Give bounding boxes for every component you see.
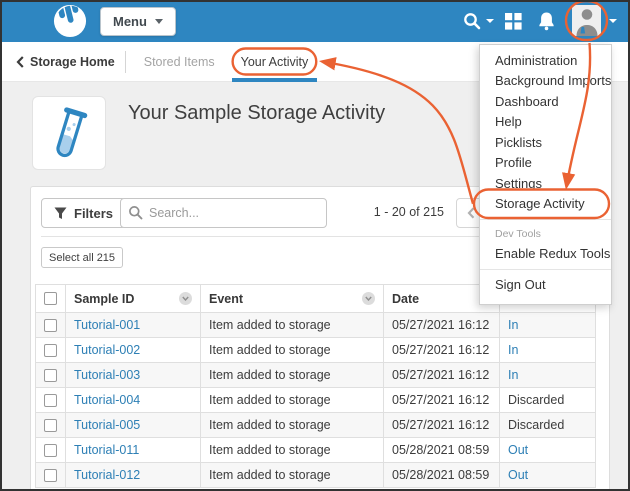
table-row: Tutorial-004 Item added to storage05/27/2… — [36, 388, 596, 413]
sample-id-link[interactable]: Tutorial-011 — [74, 443, 139, 457]
event-cell: Item added to storage — [201, 463, 384, 488]
column-header-event[interactable]: Event — [201, 285, 384, 313]
select-all-checkbox-cell — [36, 285, 66, 313]
sample-id-link[interactable]: Tutorial-004 — [74, 393, 140, 407]
event-cell: Item added to storage — [201, 338, 384, 363]
menu-item-settings[interactable]: Settings — [480, 173, 611, 194]
tab-your-activity[interactable]: Your Activity — [232, 42, 318, 82]
app-logo-icon[interactable] — [53, 4, 87, 38]
menu-button-label: Menu — [113, 14, 147, 29]
activity-table: Sample ID Event Date Tutorial-001Item ad… — [35, 284, 596, 488]
menu-item-storage-activity[interactable]: Storage Activity — [480, 194, 611, 215]
event-cell: Item added to storage — [201, 438, 384, 463]
notifications-bell-icon[interactable] — [537, 0, 556, 42]
select-all-button[interactable]: Select all 215 — [41, 247, 123, 268]
event-cell: Item added to storage — [201, 313, 384, 338]
table-row: Tutorial-001 Item added to storage05/27/2… — [36, 313, 596, 338]
table-row: Tutorial-012 Item added to storage05/28/2… — [36, 463, 596, 488]
sample-id-link[interactable]: Tutorial-003 — [74, 368, 140, 382]
search-input-icon — [128, 205, 143, 220]
row-checkbox[interactable] — [44, 469, 57, 482]
status-text: Discarded — [508, 418, 564, 432]
breadcrumb-back-label: Storage Home — [30, 55, 115, 69]
table-row: Tutorial-005 Item added to storage05/27/2… — [36, 413, 596, 438]
user-menu-chevron-icon[interactable] — [609, 0, 617, 42]
sample-id-link[interactable]: Tutorial-001 — [74, 318, 140, 332]
status-link[interactable]: In — [508, 318, 518, 332]
filter-funnel-icon — [54, 207, 67, 220]
row-checkbox[interactable] — [44, 344, 57, 357]
status-text: Discarded — [508, 393, 564, 407]
row-checkbox[interactable] — [44, 394, 57, 407]
menu-item-help[interactable]: Help — [480, 112, 611, 133]
column-header-sample-id[interactable]: Sample ID — [66, 285, 201, 313]
chevron-left-icon — [467, 207, 475, 219]
menu-divider — [480, 269, 611, 270]
pagination-count: 1 - 20 of 215 — [331, 205, 444, 219]
sample-id-sort-icon[interactable] — [179, 292, 192, 305]
row-checkbox[interactable] — [44, 444, 57, 457]
row-checkbox[interactable] — [44, 369, 57, 382]
event-cell: Item added to storage — [201, 363, 384, 388]
menu-divider — [480, 219, 611, 220]
menu-item-picklists[interactable]: Picklists — [480, 132, 611, 153]
user-avatar[interactable] — [572, 5, 601, 36]
status-link[interactable]: In — [508, 343, 518, 357]
event-cell: Item added to storage — [201, 388, 384, 413]
tab-stored-items[interactable]: Stored Items — [135, 42, 224, 82]
table-row: Tutorial-002 Item added to storage05/27/2… — [36, 338, 596, 363]
row-checkbox[interactable] — [44, 419, 57, 432]
chevron-left-icon — [16, 56, 24, 68]
breadcrumb-back-link[interactable]: Storage Home — [16, 55, 115, 69]
event-cell: Item added to storage — [201, 413, 384, 438]
tab-your-activity-label: Your Activity — [241, 55, 309, 69]
row-checkbox[interactable] — [44, 319, 57, 332]
event-sort-icon[interactable] — [362, 292, 375, 305]
search-chevron-icon[interactable] — [486, 0, 494, 42]
sample-id-link[interactable]: Tutorial-012 — [74, 468, 140, 482]
status-link[interactable]: Out — [508, 468, 528, 482]
select-all-checkbox[interactable] — [44, 292, 57, 305]
search-input[interactable] — [120, 198, 327, 228]
date-cell: 05/27/2021 16:12 — [384, 338, 500, 363]
date-cell: 05/27/2021 16:12 — [384, 388, 500, 413]
date-cell: 05/27/2021 16:12 — [384, 413, 500, 438]
sample-type-icon-card — [32, 96, 106, 170]
table-row: Tutorial-003 Item added to storage05/27/2… — [36, 363, 596, 388]
chevron-down-icon — [155, 19, 163, 24]
date-cell: 05/28/2021 08:59 — [384, 463, 500, 488]
status-link[interactable]: Out — [508, 443, 528, 457]
app-window: Menu Storage Home — [0, 0, 630, 491]
menu-button[interactable]: Menu — [100, 7, 176, 36]
top-navigation-bar: Menu — [0, 0, 630, 42]
date-cell: 05/27/2021 16:12 — [384, 363, 500, 388]
date-cell: 05/28/2021 08:59 — [384, 438, 500, 463]
sample-id-link[interactable]: Tutorial-002 — [74, 343, 140, 357]
menu-item-profile[interactable]: Profile — [480, 153, 611, 174]
filters-button[interactable]: Filters — [41, 198, 126, 228]
sample-id-link[interactable]: Tutorial-005 — [74, 418, 140, 432]
apps-grid-icon[interactable] — [505, 0, 522, 42]
menu-item-sign-out[interactable]: Sign Out — [480, 275, 611, 296]
menu-item-administration[interactable]: Administration — [480, 50, 611, 71]
user-dropdown-menu: AdministrationBackground ImportsDashboar… — [479, 44, 612, 305]
page-title: Your Sample Storage Activity — [128, 102, 385, 125]
menu-item-background-imports[interactable]: Background Imports — [480, 71, 611, 92]
test-tube-icon — [46, 104, 92, 162]
menu-item-dashboard[interactable]: Dashboard — [480, 91, 611, 112]
search-icon[interactable] — [462, 0, 482, 42]
date-cell: 05/27/2021 16:12 — [384, 313, 500, 338]
table-row: Tutorial-011 Item added to storage05/28/2… — [36, 438, 596, 463]
menu-section-dev-tools: Dev Tools — [480, 225, 611, 243]
breadcrumb-divider — [125, 51, 126, 73]
menu-item-enable-redux-tools[interactable]: Enable Redux Tools — [480, 243, 611, 264]
status-link[interactable]: In — [508, 368, 518, 382]
